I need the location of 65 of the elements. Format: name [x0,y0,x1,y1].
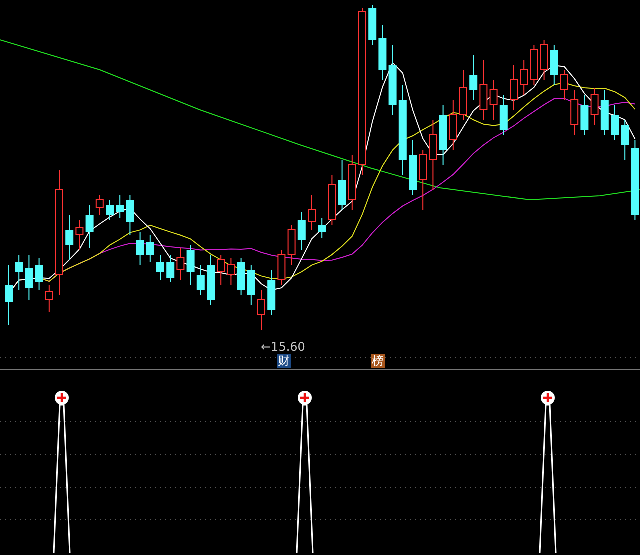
falling-candlestick [409,140,417,196]
plus-icon [541,391,555,405]
rising-candlestick [258,290,266,330]
rising-candlestick [510,64,518,110]
rising-candlestick [288,224,296,266]
rising-candlestick [227,258,236,286]
rising-candlestick [560,70,568,100]
falling-candlestick [318,218,326,238]
rising-candlestick [490,80,498,120]
falling-candlestick [207,254,215,306]
falling-candlestick [378,24,387,80]
falling-candlestick [580,94,589,136]
rising-candlestick [460,70,468,120]
falling-candlestick [25,254,34,300]
low-price-label: ←15.60 [261,340,306,354]
rising-candlestick [449,100,458,150]
falling-candlestick [126,194,134,236]
falling-candlestick [268,270,276,316]
falling-candlestick [66,214,74,260]
event-badge[interactable]: 榜 [371,354,385,368]
rising-candlestick [419,150,428,210]
rising-candlestick [278,250,286,286]
falling-candlestick [106,200,114,220]
rising-candlestick [590,88,599,126]
falling-candlestick [156,254,164,280]
falling-candlestick [439,104,448,166]
falling-candlestick [298,212,306,250]
event-badge[interactable]: 财 [277,354,291,368]
falling-candlestick [116,194,124,218]
rising-candlestick [45,284,54,312]
falling-candlestick [247,264,256,306]
rising-candlestick [96,194,104,216]
rising-candlestick [540,40,548,80]
rising-candlestick [308,194,316,230]
falling-candlestick [15,254,24,290]
rising-candlestick [429,120,438,190]
falling-candlestick [196,264,205,296]
rising-candlestick [570,90,579,136]
falling-candlestick [5,264,13,326]
rising-candlestick [176,248,185,280]
rising-candlestick [520,60,528,96]
falling-candlestick [136,232,144,266]
falling-candlestick [550,44,558,86]
falling-candlestick [166,254,175,282]
falling-candlestick [470,54,478,100]
plus-icon [55,391,69,405]
falling-candlestick [500,94,508,136]
rising-candlestick [530,44,538,86]
falling-candlestick [146,234,154,262]
falling-candlestick [35,258,44,290]
falling-candlestick [237,258,246,296]
rising-candlestick [348,154,356,210]
rising-candlestick [217,254,226,286]
falling-candlestick [600,90,609,136]
falling-candlestick [338,160,346,210]
falling-candlestick [388,44,397,116]
falling-candlestick [621,120,630,160]
rising-candlestick [480,60,488,120]
falling-candlestick [86,204,94,248]
rising-candlestick [328,174,336,226]
falling-candlestick [368,4,377,46]
plus-icon [298,391,312,405]
rising-candlestick [76,220,84,250]
falling-candlestick [186,244,195,286]
falling-candlestick [611,104,619,140]
